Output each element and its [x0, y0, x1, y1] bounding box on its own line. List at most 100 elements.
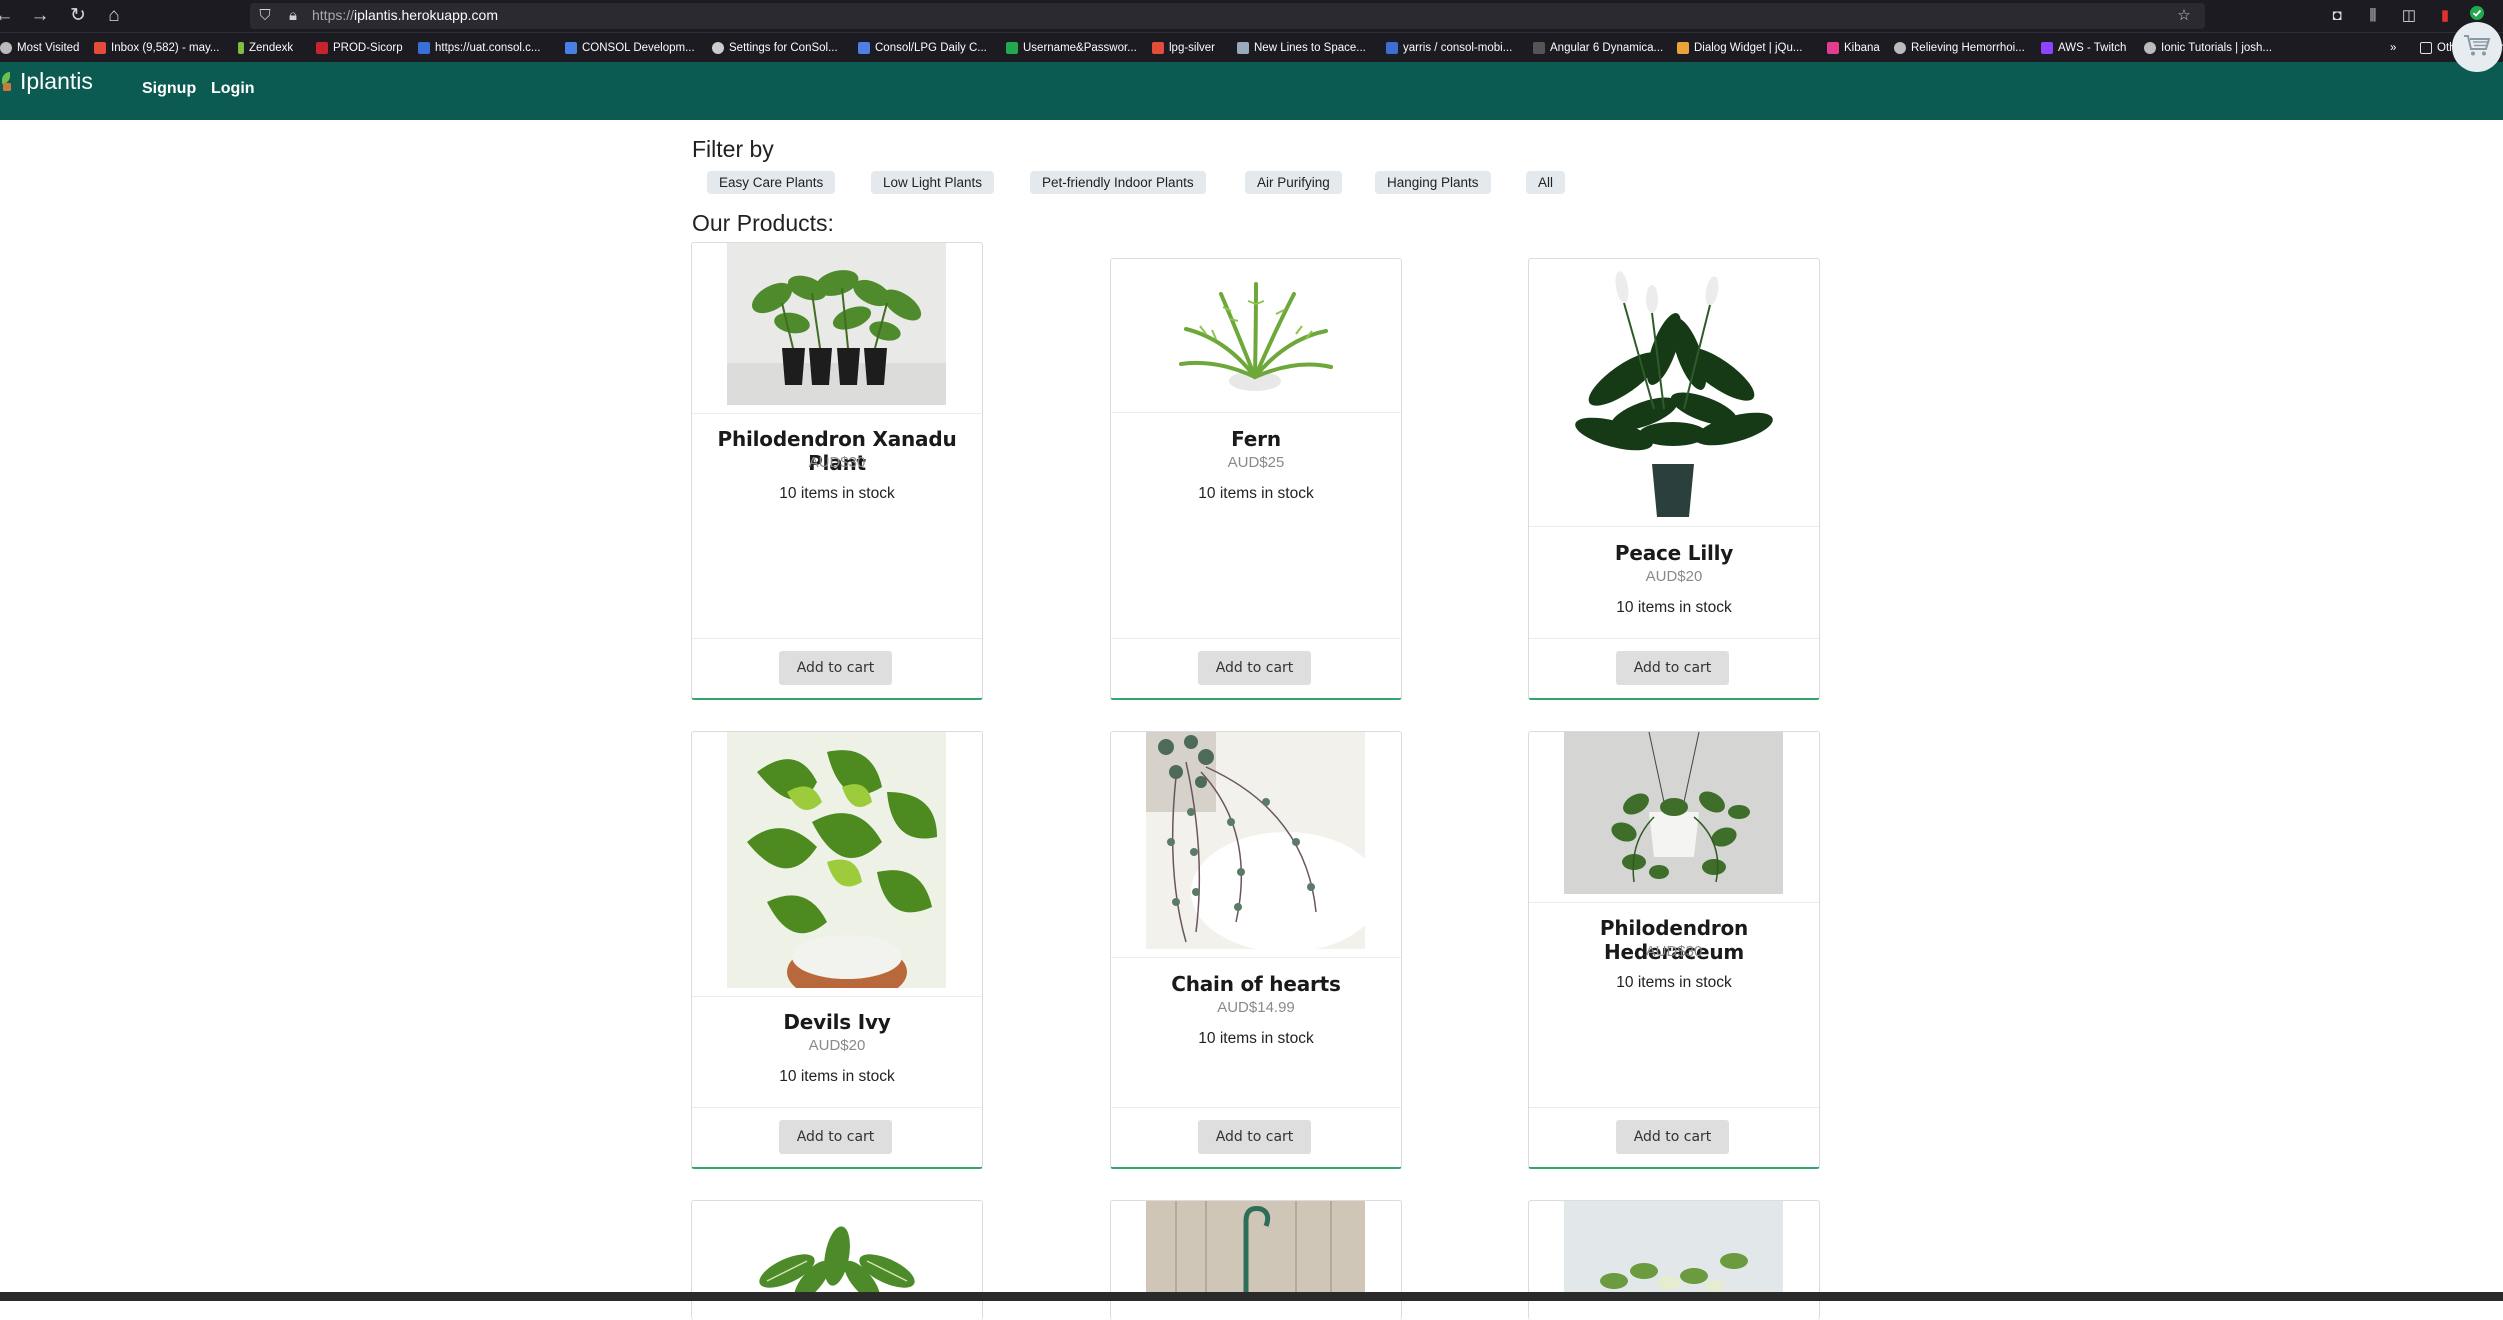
bookmark-item[interactable]: Settings for ConSol...	[712, 39, 838, 57]
library-icon[interactable]: ⫼	[2362, 5, 2384, 27]
product-price: AUD$25	[1227, 454, 1285, 471]
product-card: Devils Ivy AUD$20 10 items in stock Add …	[691, 731, 983, 1169]
product-price: AUD$14.99	[1217, 999, 1295, 1016]
product-stock: 10 items in stock	[1198, 1030, 1314, 1047]
add-to-cart-button[interactable]: Add to cart	[1616, 651, 1729, 685]
bookmark-item[interactable]: yarris / consol-mobi...	[1386, 39, 1512, 57]
filter-low-light[interactable]: Low Light Plants	[871, 171, 995, 194]
bookmark-item[interactable]: AWS - Twitch	[2041, 39, 2126, 57]
bookmark-item[interactable]: Most Visited	[0, 39, 79, 57]
bookmark-item[interactable]: Kibana	[1827, 39, 1880, 57]
filter-title: Filter by	[692, 136, 774, 162]
card-footer: Add to cart	[692, 638, 982, 698]
card-footer: Add to cart	[1529, 638, 1819, 698]
product-image[interactable]	[1146, 259, 1365, 413]
product-image[interactable]	[1146, 1201, 1365, 1296]
product-price: AUD$20	[808, 1037, 866, 1054]
product-stock: 10 items in stock	[779, 485, 895, 502]
card-divider	[1111, 412, 1401, 413]
product-card: Fern AUD$25 10 items in stock Add to car…	[1110, 258, 1402, 700]
bookmark-item[interactable]: CONSOL Developm...	[565, 39, 695, 57]
extension-icon[interactable]: ▮	[2434, 5, 2456, 27]
signup-link[interactable]: Signup	[142, 80, 196, 98]
add-to-cart-button[interactable]: Add to cart	[1616, 1120, 1729, 1154]
product-image[interactable]	[727, 243, 946, 405]
login-link[interactable]: Login	[211, 80, 255, 98]
bookmark-item[interactable]: Inbox (9,582) - may...	[94, 39, 219, 57]
address-bar[interactable]: ⛉ 🔒︎ https://iplantis.herokuapp.com ☆	[250, 3, 2205, 29]
product-name[interactable]: Fern	[1111, 427, 1401, 451]
shield-icon[interactable]: ⛉	[254, 5, 276, 27]
bookmark-item[interactable]: Zendexk	[238, 39, 293, 57]
sidebar-icon[interactable]: ◫	[2398, 5, 2420, 27]
url-text[interactable]: https://iplantis.herokuapp.com	[312, 7, 498, 23]
bookmark-item[interactable]: Ionic Tutorials | josh...	[2144, 39, 2272, 57]
filter-air-purifying[interactable]: Air Purifying	[1245, 171, 1342, 194]
product-card	[1110, 1200, 1402, 1320]
bookmark-item[interactable]: Relieving Hemorrhoi...	[1894, 39, 2025, 57]
pocket-icon[interactable]: ◘	[2326, 5, 2348, 27]
home-icon[interactable]: ⌂	[102, 4, 126, 28]
zendesk-icon	[238, 42, 244, 54]
bookmark-item[interactable]: New Lines to Space...	[1237, 39, 1366, 57]
page-icon	[858, 42, 870, 54]
card-footer: Add to cart	[1529, 1107, 1819, 1167]
browser-toolbar: ← → ↻ ⌂ ⛉ 🔒︎ https://iplantis.herokuapp.…	[0, 0, 2503, 32]
card-divider	[692, 413, 982, 414]
product-stock: 10 items in stock	[779, 1068, 895, 1085]
page-icon	[1386, 42, 1398, 54]
bookmark-item[interactable]: Dialog Widget | jQu...	[1677, 39, 1802, 57]
reload-icon[interactable]: ↻	[66, 4, 90, 28]
product-image[interactable]	[1564, 1201, 1783, 1296]
page-icon	[316, 42, 328, 54]
page-icon	[565, 42, 577, 54]
page-icon	[1533, 42, 1545, 54]
back-icon[interactable]: ←	[0, 4, 16, 28]
plant-logo-icon	[0, 70, 14, 92]
product-card: Philodendron Hederaceum AUD$30 10 items …	[1528, 731, 1820, 1169]
page-icon	[1677, 42, 1689, 54]
page-icon	[1827, 42, 1839, 54]
product-stock: 10 items in stock	[1198, 485, 1314, 502]
product-card	[691, 1200, 983, 1320]
bookmarks-overflow-icon[interactable]: »	[2390, 39, 2396, 57]
card-divider	[1529, 526, 1819, 527]
card-footer: Add to cart	[1111, 1107, 1401, 1167]
cart-button[interactable]	[2452, 22, 2502, 72]
bookmark-item[interactable]: https://uat.consol.c...	[418, 39, 540, 57]
folder-icon	[2420, 42, 2432, 54]
bookmark-item[interactable]: Username&Passwor...	[1006, 39, 1137, 57]
card-divider	[1111, 957, 1401, 958]
add-to-cart-button[interactable]: Add to cart	[779, 1120, 892, 1154]
globe-icon	[712, 42, 724, 54]
bookmark-item[interactable]: Consol/LPG Daily C...	[858, 39, 987, 57]
filter-all[interactable]: All	[1526, 171, 1566, 194]
card-divider	[1529, 902, 1819, 903]
product-image[interactable]	[1564, 732, 1783, 894]
bookmark-item[interactable]: lpg-silver	[1152, 39, 1215, 57]
product-name[interactable]: Peace Lilly	[1529, 541, 1819, 565]
brand-logo[interactable]: Iplantis	[0, 66, 93, 96]
product-image[interactable]	[1146, 732, 1365, 949]
page-icon	[2144, 42, 2156, 54]
filter-pet-friendly[interactable]: Pet-friendly Indoor Plants	[1030, 171, 1206, 194]
card-divider	[692, 996, 982, 997]
product-card: Chain of hearts AUD$14.99 10 items in st…	[1110, 731, 1402, 1169]
filter-hanging[interactable]: Hanging Plants	[1375, 171, 1491, 194]
lock-icon[interactable]: 🔒︎	[282, 5, 304, 27]
bookmark-item[interactable]: Angular 6 Dynamica...	[1533, 39, 1663, 57]
add-to-cart-button[interactable]: Add to cart	[779, 651, 892, 685]
product-image[interactable]	[727, 1201, 946, 1296]
add-to-cart-button[interactable]: Add to cart	[1198, 651, 1311, 685]
product-image[interactable]	[727, 732, 946, 988]
bookmark-item[interactable]: PROD-Sicorp	[316, 39, 403, 57]
product-image[interactable]	[1564, 259, 1783, 526]
bookmark-star-icon[interactable]: ☆	[2173, 5, 2195, 27]
product-stock: 10 items in stock	[1616, 974, 1732, 991]
product-name[interactable]: Devils Ivy	[692, 1010, 982, 1034]
add-to-cart-button[interactable]: Add to cart	[1198, 1120, 1311, 1154]
bookmarks-toolbar: Most Visited Inbox (9,582) - may... Zend…	[0, 32, 2503, 62]
forward-icon[interactable]: →	[28, 4, 52, 28]
product-name[interactable]: Chain of hearts	[1111, 972, 1401, 996]
filter-easy-care[interactable]: Easy Care Plants	[707, 171, 836, 194]
